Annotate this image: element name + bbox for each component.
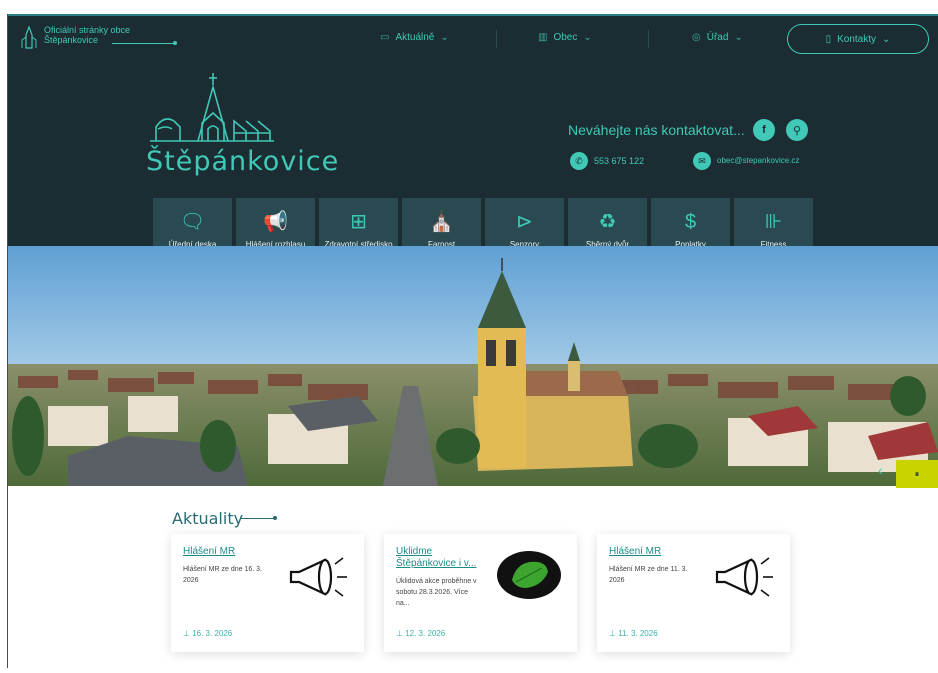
contact-card-icon: ▯ [825,33,832,45]
chevron-down-icon: ⌄ [882,33,891,45]
church-icon: ⛪ [429,211,454,233]
megaphone-icon [289,557,347,597]
news-card-date: ⊥ 11. 3. 2026 [609,629,658,638]
news-heading: Aktuality [172,509,244,528]
news-card[interactable]: Uklidme Štěpánkovice i v... Úklidová akc… [384,534,577,652]
news-card[interactable]: Hlášení MR Hlášení MR ze dne 16. 3. 2026… [171,534,364,652]
building-icon: ▥ [538,32,548,43]
hero-pause-button[interactable]: ⏸ [896,460,938,488]
chevron-down-icon: ⌄ [583,32,592,43]
megaphone-icon: 📢 [263,211,288,233]
office-icon: ◎ [692,32,701,43]
left-edge [0,14,8,673]
news-card-title[interactable]: Uklidme Štěpánkovice i v... [396,546,491,570]
site-header: Oficiální stránky obce Štěpánkovice ▭ Ak… [8,14,938,272]
pin-icon: ⊥ [609,629,619,638]
phone-icon: ✆ [570,152,588,170]
news-card-text: Hlášení MR ze dne 16. 3. 2026 [183,566,262,584]
hero-prev-icon[interactable]: ‹ [878,462,883,478]
money-bag-icon: $ [684,211,697,233]
page: Oficiální stránky obce Štěpánkovice ▭ Ak… [0,0,938,673]
site-logo-icon[interactable] [20,26,38,50]
nav-aktualne[interactable]: ▭ Aktuálně ⌄ [380,32,449,43]
village-name: Štěpánkovice [146,146,340,177]
village-logo-icon[interactable] [146,71,276,151]
news-card-text: Úklidová akce proběhne v sobotu 28.3.202… [396,578,477,607]
nav-separator [496,30,497,48]
pin-icon: ⊥ [396,629,406,638]
nav-label: Aktuálně [395,32,435,43]
news-card[interactable]: Hlášení MR Hlášení MR ze dne 11. 3. 2026… [597,534,790,652]
phone-number[interactable]: 553 675 122 [594,156,644,166]
camera-icon: ⊳ [516,211,533,233]
oak-leaf-logo [497,551,561,599]
news-card-date-text: 12. 3. 2026 [405,629,446,638]
search-icon[interactable]: ⚲ [786,119,808,141]
recycle-icon: ♻ [598,211,617,233]
megaphone-icon [715,557,773,597]
title-underline [112,43,174,44]
facebook-icon[interactable]: f [753,119,775,141]
nav-obec[interactable]: ▥ Obec ⌄ [538,32,592,43]
medical-icon: ⊞ [350,211,367,233]
news-heading-dot [273,516,277,520]
contact-heading: Neváhejte nás kontaktovat... [568,122,745,138]
mail-icon: ✉ [693,152,711,170]
news-card-date: ⊥ 12. 3. 2026 [396,629,445,638]
chevron-down-icon: ⌄ [734,32,743,43]
chevron-down-icon: ⌄ [440,32,449,43]
news-card-date-text: 11. 3. 2026 [618,629,658,638]
nav-label: Úřad [706,32,729,43]
title-underline-dot [173,41,177,45]
dumbbell-icon: ⊪ [764,211,783,233]
news-card-title[interactable]: Hlášení MR [183,546,278,558]
news-heading-underline [240,518,274,519]
site-title[interactable]: Oficiální stránky obce Štěpánkovice [44,25,174,45]
pin-icon: ⊥ [183,629,193,638]
news-card-title[interactable]: Hlášení MR [609,546,704,558]
page-bottom [0,668,938,673]
hero-photo [8,246,938,486]
news-icon: ▭ [380,32,390,43]
nav-separator [648,30,649,48]
contacts-label: Kontakty [837,33,877,45]
news-card-date: ⊥ 16. 3. 2026 [183,629,232,638]
top-bar: Oficiální stránky obce Štěpánkovice ▭ Ak… [8,16,938,66]
board-icon: 🗨 [179,211,206,233]
nav-label: Obec [553,32,578,43]
news-card-date-text: 16. 3. 2026 [192,629,233,638]
contacts-button[interactable]: ▯ Kontakty ⌄ [787,24,929,54]
email-link[interactable]: obec@stepankovice.cz [717,156,799,165]
news-card-text: Hlášení MR ze dne 11. 3. 2026 [609,566,688,584]
nav-urad[interactable]: ◎ Úřad ⌄ [692,32,743,43]
